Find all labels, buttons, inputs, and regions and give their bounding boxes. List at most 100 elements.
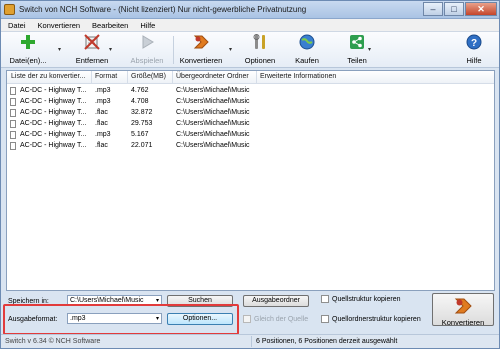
status-selection: 6 Positionen, 6 Positionen derzeit ausge…: [256, 338, 398, 345]
copy-source-structure-checkbox[interactable]: Quellstruktur kopieren: [321, 295, 400, 303]
annotation-highlight-box: [3, 304, 239, 335]
checkbox-box[interactable]: [321, 295, 329, 303]
toolbar: Datei(en)... ▾ Entfernen ▾ Abspielen Kon…: [1, 32, 499, 68]
help-icon: ?: [466, 34, 482, 50]
convert-dropdown-arrow[interactable]: ▾: [229, 46, 232, 53]
column-divider[interactable]: [256, 71, 257, 84]
row-name: AC-DC - Highway T...: [20, 87, 87, 94]
table-row[interactable]: AC-DC - Highway T... .flac 29.753 C:\Use…: [7, 119, 494, 129]
same-as-source-checkbox[interactable]: Gleich der Quelle: [243, 315, 308, 323]
row-size: 22.071: [131, 142, 153, 149]
file-icon: [10, 142, 16, 150]
column-divider[interactable]: [127, 71, 128, 84]
row-format: .flac: [95, 109, 108, 116]
menu-datei[interactable]: Datei: [1, 19, 31, 31]
buy-button[interactable]: Kaufen: [289, 34, 325, 65]
file-list[interactable]: Liste der zu konvertier... Format Größe(…: [6, 70, 495, 291]
row-folder: C:\Users\Michael\Music: [176, 98, 250, 105]
remove-button[interactable]: Entfernen: [70, 34, 114, 65]
file-icon: [10, 131, 16, 139]
share-icon: [350, 35, 364, 49]
buy-label: Kaufen: [295, 56, 319, 65]
maximize-button[interactable]: □: [444, 2, 464, 16]
column-header-name[interactable]: Liste der zu konvertier...: [11, 73, 85, 80]
column-header-format[interactable]: Format: [95, 73, 117, 80]
window-controls: – □ ✕: [422, 2, 497, 16]
file-icon: [10, 120, 16, 128]
menu-hilfe[interactable]: Hilfe: [133, 19, 160, 31]
remove-dropdown-arrow[interactable]: ▾: [109, 46, 112, 53]
close-button[interactable]: ✕: [465, 2, 497, 16]
help-button[interactable]: ? Hilfe: [459, 34, 489, 65]
add-files-button[interactable]: Datei(en)...: [5, 34, 51, 65]
play-label: Abspielen: [130, 56, 164, 65]
plus-icon: [21, 35, 35, 49]
copy-source-folder-structure-checkbox[interactable]: Quellordnerstruktur kopieren: [321, 315, 421, 323]
row-folder: C:\Users\Michael\Music: [176, 120, 250, 127]
row-name: AC-DC - Highway T...: [20, 142, 87, 149]
table-row[interactable]: AC-DC - Highway T... .flac 32.872 C:\Use…: [7, 108, 494, 118]
status-version: Switch v 6.34 © NCH Software: [5, 338, 101, 345]
checkbox-box[interactable]: [321, 315, 329, 323]
save-path-value: C:\Users\Michael\Music: [70, 297, 144, 304]
toolbar-separator: [173, 36, 174, 64]
window-title: Switch von NCH Software - (Nicht lizenzi…: [19, 5, 307, 14]
column-divider[interactable]: [172, 71, 173, 84]
convert-icon: [454, 298, 472, 314]
row-folder: C:\Users\Michael\Music: [176, 131, 250, 138]
table-row[interactable]: AC-DC - Highway T... .mp3 5.167 C:\Users…: [7, 130, 494, 140]
status-bar: Switch v 6.34 © NCH Software 6 Positione…: [1, 334, 499, 348]
table-row[interactable]: AC-DC - Highway T... .mp3 4.762 C:\Users…: [7, 86, 494, 96]
column-header-size[interactable]: Größe(MB): [131, 73, 166, 80]
table-row[interactable]: AC-DC - Highway T... .mp3 4.708 C:\Users…: [7, 97, 494, 107]
copy-source-folder-structure-label: Quellordnerstruktur kopieren: [332, 315, 421, 323]
remove-label: Entfernen: [75, 56, 109, 65]
column-header-info[interactable]: Erweiterte Informationen: [260, 73, 336, 80]
row-size: 4.762: [131, 87, 149, 94]
title-bar[interactable]: Switch von NCH Software - (Nicht lizenzi…: [1, 1, 499, 19]
options-toolbar-label: Optionen: [244, 56, 276, 65]
add-files-dropdown-arrow[interactable]: ▾: [58, 46, 61, 53]
convert-toolbar-label: Konvertieren: [179, 56, 223, 65]
options-toolbar-button[interactable]: Optionen: [241, 34, 279, 65]
convert-toolbar-button[interactable]: Konvertieren: [177, 34, 225, 65]
play-button[interactable]: Abspielen: [125, 34, 169, 65]
row-folder: C:\Users\Michael\Music: [176, 109, 250, 116]
row-name: AC-DC - Highway T...: [20, 98, 87, 105]
convert-button[interactable]: Konvertieren: [432, 293, 494, 327]
row-name: AC-DC - Highway T...: [20, 120, 87, 127]
minimize-button[interactable]: –: [423, 2, 443, 16]
share-dropdown-arrow[interactable]: ▾: [368, 46, 371, 53]
table-row[interactable]: AC-DC - Highway T... .flac 22.071 C:\Use…: [7, 141, 494, 151]
chevron-down-icon: ▾: [155, 298, 159, 304]
checkbox-box[interactable]: [243, 315, 251, 323]
row-name: AC-DC - Highway T...: [20, 131, 87, 138]
app-window: Switch von NCH Software - (Nicht lizenzi…: [0, 0, 500, 349]
same-as-source-label: Gleich der Quelle: [254, 315, 309, 323]
row-size: 5.167: [131, 131, 149, 138]
output-folder-button[interactable]: Ausgabeordner: [243, 295, 309, 307]
svg-text:?: ?: [471, 38, 477, 49]
column-header-folder[interactable]: Übergeordneter Ordner: [176, 73, 249, 80]
row-folder: C:\Users\Michael\Music: [176, 142, 250, 149]
file-icon: [10, 87, 16, 95]
menu-konvertieren[interactable]: Konvertieren: [31, 19, 86, 31]
row-format: .mp3: [95, 131, 111, 138]
column-divider[interactable]: [91, 71, 92, 84]
file-icon: [10, 109, 16, 117]
row-format: .mp3: [95, 98, 111, 105]
row-format: .mp3: [95, 87, 111, 94]
menu-bar: Datei Konvertieren Bearbeiten Hilfe: [1, 19, 499, 32]
convert-icon: [193, 35, 209, 49]
row-size: 4.708: [131, 98, 149, 105]
row-folder: C:\Users\Michael\Music: [176, 87, 250, 94]
add-files-label: Datei(en)...: [9, 56, 47, 65]
row-format: .flac: [95, 142, 108, 149]
play-icon: [142, 35, 154, 49]
file-icon: [10, 98, 16, 106]
row-format: .flac: [95, 120, 108, 127]
convert-button-label: Konvertieren: [441, 318, 485, 327]
status-divider: [251, 336, 252, 347]
menu-bearbeiten[interactable]: Bearbeiten: [85, 19, 133, 31]
help-label: Hilfe: [466, 56, 482, 65]
